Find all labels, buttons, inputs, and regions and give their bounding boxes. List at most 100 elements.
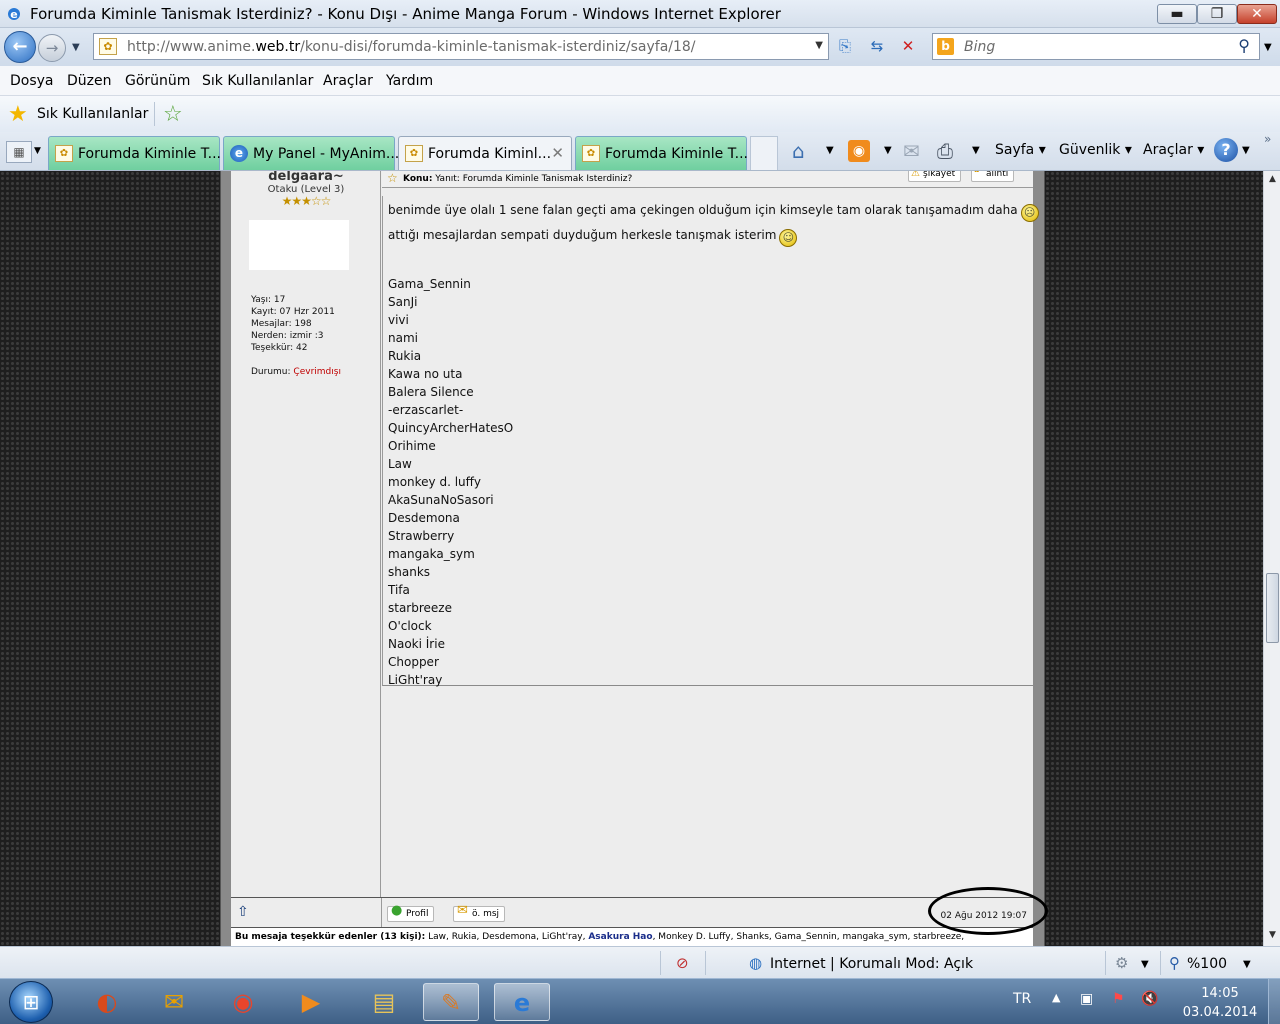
- outlook-icon[interactable]: ✉: [146, 983, 202, 1021]
- quick-tabs-icon: ▦: [13, 145, 25, 159]
- address-dropdown-icon[interactable]: ▼: [815, 40, 823, 51]
- system-clock[interactable]: 14:05 03.04.2014: [1180, 984, 1260, 1022]
- post-username[interactable]: delgaara~: [231, 171, 381, 184]
- post-footer: ⇧ ● Profil ✉ ö. msj 02 Ağu 2012 19:07: [231, 897, 1033, 928]
- restore-icon: ❐: [1210, 6, 1224, 22]
- security-zone-text[interactable]: Internet | Korumalı Mod: Açık: [770, 956, 973, 972]
- user-panel: delgaara~ Otaku (Level 3) ★★★☆☆ Yaşı: 17…: [231, 171, 381, 897]
- scroll-up-icon[interactable]: ▲: [1264, 171, 1280, 188]
- maximize-button[interactable]: ❐: [1197, 4, 1237, 24]
- protected-mode-dropdown[interactable]: ▼: [1141, 959, 1149, 970]
- forum-favicon-icon: ✿: [582, 145, 600, 162]
- language-indicator[interactable]: TR: [1013, 991, 1031, 1007]
- refresh-icon[interactable]: ⇆: [864, 34, 890, 59]
- svg-text:e: e: [10, 8, 17, 21]
- action-center-icon[interactable]: ⚑: [1112, 991, 1125, 1007]
- address-url[interactable]: http://www.anime.web.tr/konu-disi/forumd…: [127, 39, 696, 55]
- zoom-dropdown[interactable]: ▼: [1243, 959, 1251, 970]
- file-explorer-icon[interactable]: ▤: [356, 983, 412, 1021]
- scroll-down-icon[interactable]: ▼: [1264, 927, 1280, 944]
- favorites-button[interactable]: Sık Kullanılanlar: [37, 106, 148, 122]
- status-bar: ⊘ ◍ Internet | Korumalı Mod: Açık ⚙ ▼ ⚲ …: [0, 946, 1280, 978]
- search-icon[interactable]: ⚲: [1238, 36, 1250, 55]
- chrome-icon[interactable]: ◉: [215, 983, 271, 1021]
- profile-button[interactable]: ● Profil: [387, 904, 435, 922]
- internet-explorer-icon[interactable]: e: [494, 983, 550, 1021]
- menu-file[interactable]: Dosya: [10, 73, 54, 89]
- search-options-dropdown[interactable]: ▼: [1264, 42, 1272, 53]
- scroll-top-icon[interactable]: ⇧: [237, 904, 249, 920]
- menu-tools[interactable]: Araçlar: [323, 73, 373, 89]
- privacy-report-icon[interactable]: ⊘: [676, 954, 689, 972]
- more-commands-icon[interactable]: »: [1264, 132, 1271, 146]
- show-desktop-button[interactable]: [1268, 979, 1280, 1024]
- paint-icon[interactable]: ✎: [423, 983, 479, 1021]
- search-box[interactable]: b Bing ⚲: [932, 33, 1260, 60]
- tools-menu-button[interactable]: Araçlar ▾: [1143, 142, 1204, 158]
- quote-icon: ❝: [974, 171, 980, 179]
- tab-close-icon[interactable]: ✕: [551, 144, 564, 162]
- media-player-icon[interactable]: ▶: [283, 983, 339, 1021]
- start-button[interactable]: ⊞: [9, 981, 53, 1023]
- scroll-thumb[interactable]: [1266, 573, 1279, 643]
- compatibility-view-icon[interactable]: ⎘: [832, 34, 858, 59]
- quote-button[interactable]: ❝ alıntı: [971, 171, 1015, 182]
- name-list-item: AkaSunaNoSasori: [388, 493, 494, 507]
- help-dropdown[interactable]: ▼: [1242, 145, 1250, 156]
- stat-joined: Kayıt: 07 Hzr 2011: [251, 307, 335, 317]
- stop-icon[interactable]: ✕: [895, 34, 921, 59]
- tab-my-panel[interactable]: e My Panel - MyAnim...: [223, 136, 399, 170]
- menu-view[interactable]: Görünüm: [125, 73, 190, 89]
- rss-feed-icon[interactable]: ◉: [848, 140, 870, 162]
- help-icon[interactable]: ?: [1214, 138, 1238, 162]
- favorites-divider: [154, 102, 155, 126]
- new-tab-button[interactable]: [750, 136, 778, 170]
- name-list-item: vivi: [388, 313, 409, 327]
- zoom-icon: ⚲: [1169, 954, 1180, 972]
- menu-favorites[interactable]: Sık Kullanılanlar: [202, 73, 313, 89]
- minimize-button[interactable]: ▬: [1157, 4, 1197, 24]
- post-content: ☆ Konu: Yanıt: Forumda Kiminle Tanismak …: [382, 171, 1039, 897]
- menu-edit[interactable]: Düzen: [67, 73, 112, 89]
- mail-icon[interactable]: ✉: [903, 139, 920, 163]
- highlighted-user[interactable]: Asakura Hao: [588, 932, 652, 942]
- safety-menu-button[interactable]: Güvenlik ▾: [1059, 142, 1132, 158]
- thanks-line: Bu mesaja teşekkür edenler (13 kişi): La…: [231, 927, 1033, 946]
- tab-forum-active[interactable]: ✿ Forumda Kiminl... ✕: [398, 136, 572, 170]
- ie-page-icon: e: [230, 145, 248, 162]
- address-bar[interactable]: ✿ http://www.anime.web.tr/konu-disi/foru…: [93, 33, 829, 60]
- site-favicon-icon: ✿: [99, 38, 117, 55]
- name-list-item: Desdemona: [388, 511, 460, 525]
- home-icon[interactable]: ⌂: [792, 139, 805, 163]
- add-to-favorites-bar-icon[interactable]: ☆: [163, 102, 183, 127]
- tab-label: Forumda Kiminl...: [428, 146, 552, 162]
- close-button[interactable]: ✕: [1237, 4, 1277, 24]
- page-menu-button[interactable]: Sayfa ▾: [995, 142, 1046, 158]
- ccleaner-icon[interactable]: ◐: [79, 983, 135, 1021]
- report-button[interactable]: ⚠ şikayet: [908, 171, 962, 182]
- stat-posts: Mesajlar: 198: [251, 319, 312, 329]
- show-hidden-icons-icon[interactable]: ▲: [1052, 991, 1060, 1004]
- back-button[interactable]: ←: [4, 31, 36, 63]
- recent-pages-dropdown[interactable]: ▼: [72, 42, 80, 53]
- private-message-button[interactable]: ✉ ö. msj: [453, 904, 506, 922]
- feed-dropdown[interactable]: ▼: [884, 145, 892, 156]
- menu-help[interactable]: Yardım: [386, 73, 433, 89]
- name-list-item: LiGht'ray: [388, 673, 443, 687]
- quick-tabs-button[interactable]: ▦: [6, 141, 32, 163]
- protected-mode-icon[interactable]: ⚙: [1115, 954, 1128, 972]
- tab-forum-1[interactable]: ✿ Forumda Kiminle T...: [48, 136, 221, 170]
- forward-button[interactable]: →: [38, 34, 66, 62]
- name-list-item: monkey d. luffy: [388, 475, 482, 489]
- favorites-star-icon[interactable]: ★: [8, 102, 28, 127]
- vertical-scrollbar[interactable]: ▲ ▼: [1263, 171, 1280, 946]
- tab-list-dropdown[interactable]: ▼: [34, 146, 41, 156]
- zoom-level[interactable]: %100: [1187, 956, 1227, 972]
- tab-label: Forumda Kiminle T...: [605, 146, 748, 162]
- tab-forum-3[interactable]: ✿ Forumda Kiminle T...: [575, 136, 748, 170]
- print-icon[interactable]: ⎙: [937, 139, 953, 163]
- print-dropdown[interactable]: ▼: [972, 145, 980, 156]
- volume-muted-icon[interactable]: 🔇: [1141, 991, 1158, 1007]
- home-dropdown[interactable]: ▼: [826, 145, 834, 156]
- network-icon[interactable]: ▣: [1080, 991, 1093, 1007]
